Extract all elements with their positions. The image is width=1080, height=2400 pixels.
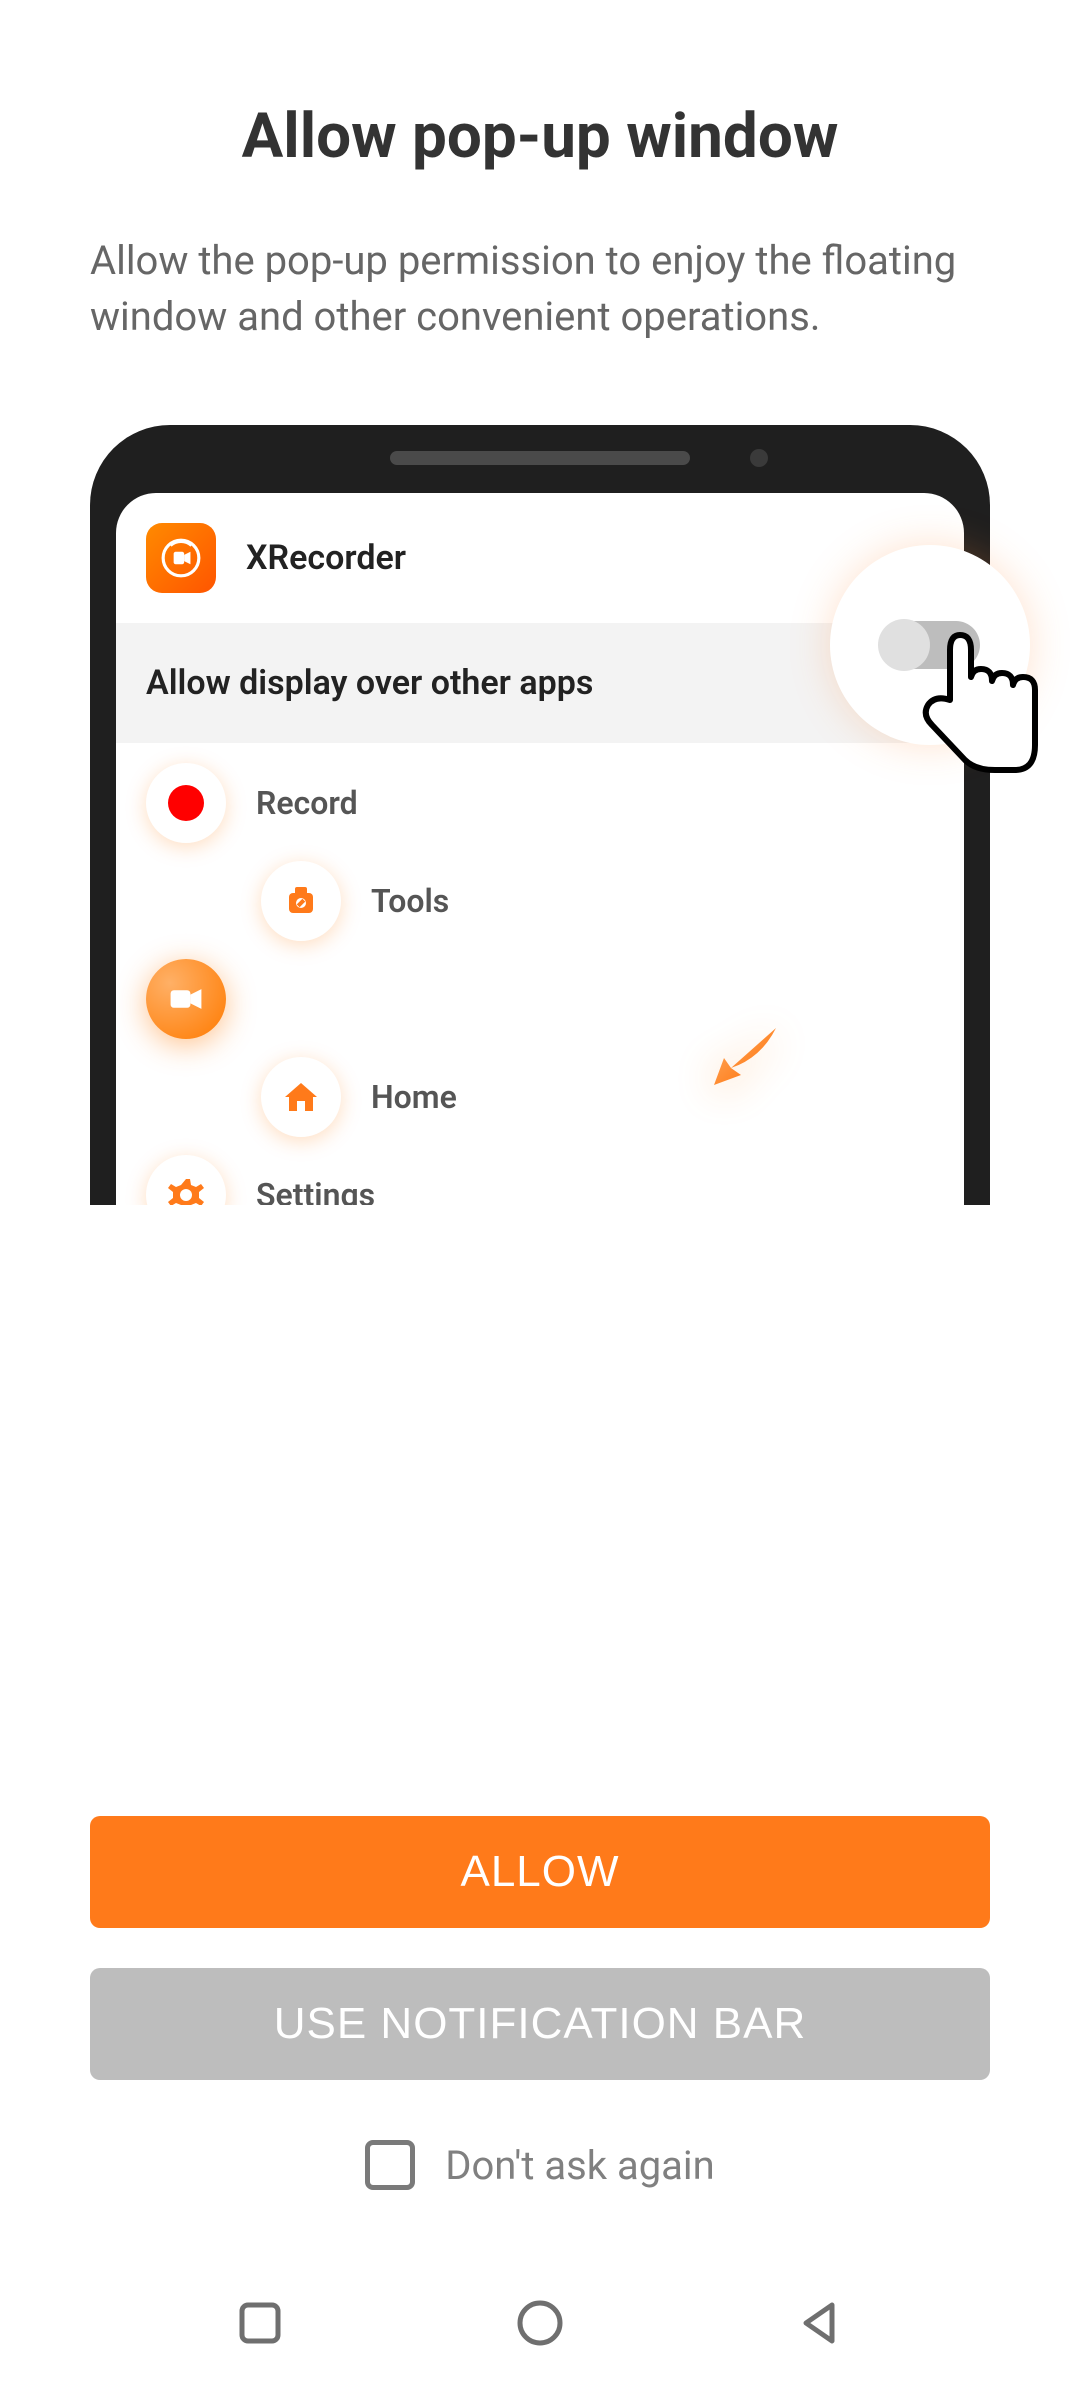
float-label-record: Record [256, 784, 358, 822]
nav-home-icon[interactable] [512, 2295, 568, 2355]
home-icon [261, 1057, 341, 1137]
phone-screen: XRecorder Allow display over other apps … [116, 493, 964, 1205]
float-item-camera [146, 959, 934, 1039]
float-item-home: Home [261, 1057, 934, 1137]
app-icon [146, 523, 216, 593]
camera-icon [146, 959, 226, 1039]
hand-pointer-icon [910, 625, 1050, 775]
float-item-tools: Tools [261, 861, 934, 941]
nav-back-icon[interactable] [792, 2295, 848, 2355]
dont-ask-row[interactable]: Don't ask again [90, 2140, 990, 2190]
phone-camera [750, 449, 768, 467]
use-notification-button[interactable]: USE NOTIFICATION BAR [90, 1968, 990, 2080]
nav-recent-icon[interactable] [232, 2295, 288, 2355]
permission-prompt-page: Allow pop-up window Allow the pop-up per… [0, 0, 1080, 2400]
float-item-record: Record [146, 763, 934, 843]
dont-ask-label: Don't ask again [445, 2142, 715, 2189]
float-item-settings: Settings [146, 1155, 934, 1205]
settings-icon [146, 1155, 226, 1205]
arrow-icon [706, 1013, 796, 1103]
float-label-tools: Tools [371, 882, 449, 920]
dont-ask-checkbox[interactable] [365, 2140, 415, 2190]
page-title: Allow pop-up window [90, 100, 990, 173]
app-name: XRecorder [246, 538, 406, 578]
record-icon [146, 763, 226, 843]
phone-speaker [390, 451, 690, 465]
tools-icon [261, 861, 341, 941]
page-subtitle: Allow the pop-up permission to enjoy the… [90, 233, 990, 345]
action-buttons: ALLOW USE NOTIFICATION BAR Don't ask aga… [0, 1816, 1080, 2250]
phone-mockup: XRecorder Allow display over other apps … [90, 425, 990, 1205]
permission-label: Allow display over other apps [146, 663, 593, 703]
content-area: Allow pop-up window Allow the pop-up per… [0, 0, 1080, 1816]
float-label-settings: Settings [256, 1176, 375, 1205]
floating-menu-demo: Record Tools [116, 743, 964, 1205]
system-nav-bar [0, 2250, 1080, 2400]
allow-button[interactable]: ALLOW [90, 1816, 990, 1928]
float-label-home: Home [371, 1078, 457, 1116]
phone-body: XRecorder Allow display over other apps … [90, 425, 990, 1205]
